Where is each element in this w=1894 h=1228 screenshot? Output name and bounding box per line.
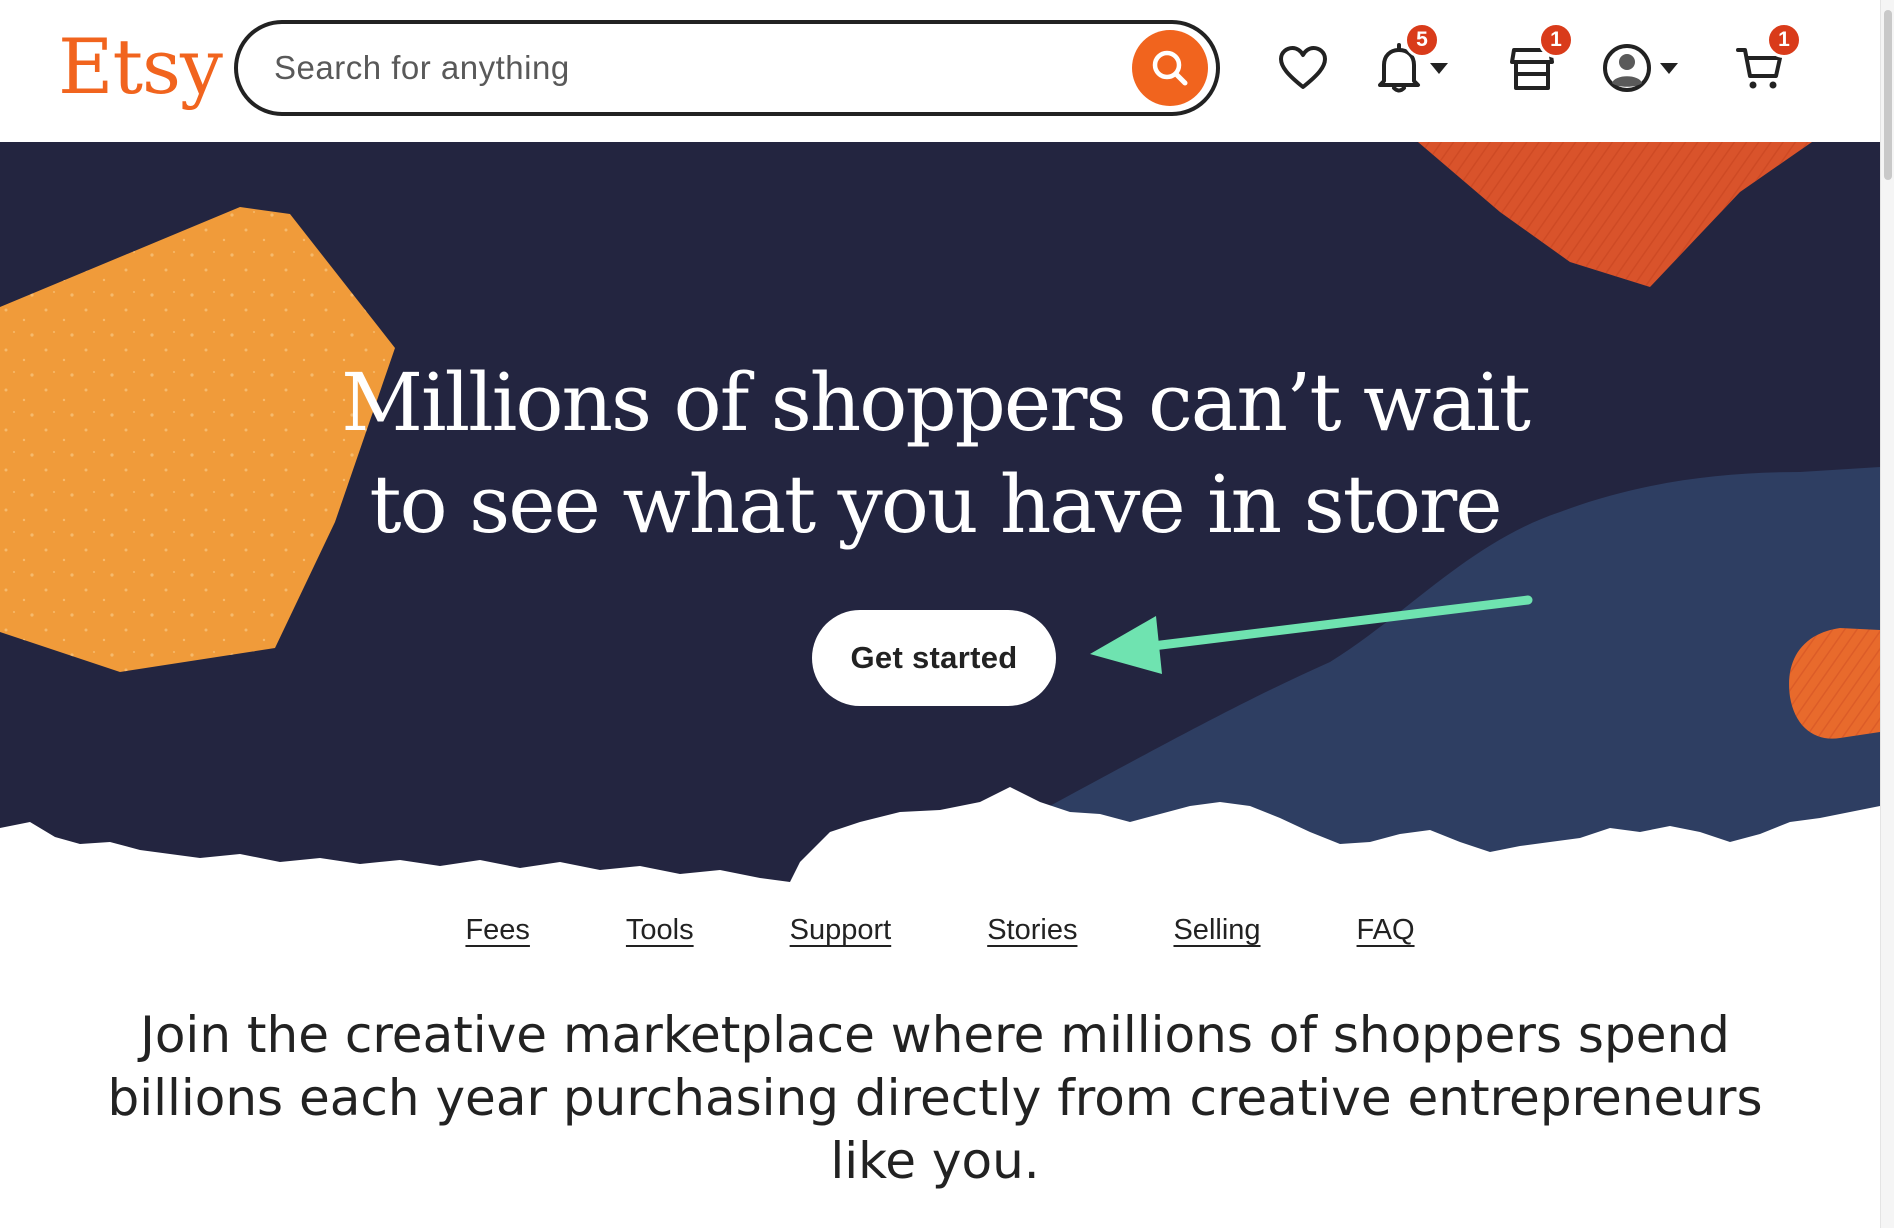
search-bar <box>234 20 1220 116</box>
favorites-button[interactable] <box>1278 36 1328 100</box>
heart-icon <box>1279 46 1327 89</box>
shop-badge: 1 <box>1538 22 1574 58</box>
etsy-logo[interactable]: Etsy <box>58 22 223 112</box>
site-header: Etsy 5 1 <box>0 0 1880 142</box>
page-scrollbar[interactable] <box>1880 0 1894 1228</box>
annotation-arrow-icon <box>1090 595 1533 674</box>
subnav-link-tools[interactable]: Tools <box>626 914 694 964</box>
search-button[interactable] <box>1132 30 1208 106</box>
chevron-down-icon <box>1660 62 1678 74</box>
hero-banner: Millions of shoppers can’t wait to see w… <box>0 142 1880 922</box>
notifications-badge: 5 <box>1404 22 1440 58</box>
search-input[interactable] <box>274 44 1094 92</box>
scrollbar-thumb[interactable] <box>1884 10 1892 180</box>
notifications-button[interactable]: 5 <box>1376 22 1448 100</box>
seller-subnav: Fees Tools Support Stories Selling FAQ <box>0 914 1880 964</box>
account-button[interactable] <box>1602 36 1678 100</box>
shop-manager-button[interactable]: 1 <box>1510 22 1574 100</box>
cart-badge: 1 <box>1766 22 1802 58</box>
user-avatar-icon <box>1603 44 1651 92</box>
search-icon <box>1152 50 1188 86</box>
subnav-link-stories[interactable]: Stories <box>987 914 1077 964</box>
subnav-link-fees[interactable]: Fees <box>465 914 529 964</box>
subnav-link-faq[interactable]: FAQ <box>1357 914 1415 964</box>
marketplace-tagline: Join the creative marketplace where mill… <box>107 1006 1763 1190</box>
subnav-link-support[interactable]: Support <box>790 914 892 964</box>
subnav-link-selling[interactable]: Selling <box>1173 914 1260 964</box>
chevron-down-icon <box>1430 62 1448 74</box>
cart-button[interactable]: 1 <box>1736 22 1802 100</box>
